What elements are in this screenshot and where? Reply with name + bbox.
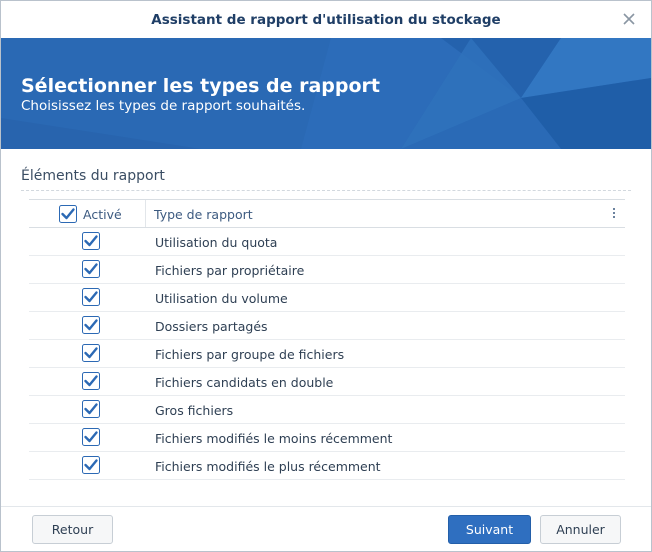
table-row[interactable]: Utilisation du quota (29, 228, 625, 256)
row-checkbox[interactable] (82, 232, 100, 250)
header-banner: Sélectionner les types de rapport Choisi… (1, 38, 651, 149)
section-title: Éléments du rapport (21, 168, 165, 184)
table-row[interactable]: Fichiers modifiés le moins récemment (29, 424, 625, 452)
row-checkbox[interactable] (82, 400, 100, 418)
table-row[interactable]: Fichiers candidats en double (29, 368, 625, 396)
table-row[interactable]: Gros fichiers (29, 396, 625, 424)
dialog-title: Assistant de rapport d'utilisation du st… (151, 12, 501, 28)
grid-header-active-label: Activé (83, 207, 122, 222)
select-all-checkbox[interactable] (59, 205, 77, 223)
close-icon[interactable] (621, 11, 637, 27)
grid-header-active-column[interactable]: Activé (29, 200, 146, 227)
table-row[interactable]: Fichiers par groupe de fichiers (29, 340, 625, 368)
row-label: Fichiers par groupe de fichiers (155, 347, 345, 362)
row-checkbox[interactable] (82, 456, 100, 474)
dialog-titlebar: Assistant de rapport d'utilisation du st… (1, 1, 651, 38)
row-label: Utilisation du volume (155, 291, 288, 306)
table-row[interactable]: Dossiers partagés (29, 312, 625, 340)
banner-title: Sélectionner les types de rapport (21, 75, 381, 97)
row-checkbox[interactable] (82, 344, 100, 362)
table-row[interactable]: Fichiers par propriétaire (29, 256, 625, 284)
row-label: Fichiers modifiés le plus récemment (155, 459, 381, 474)
row-label: Fichiers modifiés le moins récemment (155, 431, 393, 446)
footer-divider (1, 506, 651, 507)
row-label: Gros fichiers (155, 403, 234, 418)
report-types-grid: Activé Type de rapport Utilisation du qu… (29, 199, 625, 480)
row-label: Dossiers partagés (155, 319, 268, 334)
row-checkbox[interactable] (82, 316, 100, 334)
row-label: Utilisation du quota (155, 235, 278, 250)
table-row[interactable]: Utilisation du volume (29, 284, 625, 312)
banner-subtitle: Choisissez les types de rapport souhaité… (21, 98, 306, 114)
row-checkbox[interactable] (82, 288, 100, 306)
back-button[interactable]: Retour (32, 515, 113, 544)
row-label: Fichiers par propriétaire (155, 263, 305, 278)
grid-header-type-label[interactable]: Type de rapport (154, 207, 253, 222)
table-row[interactable]: Fichiers modifiés le plus récemment (29, 452, 625, 480)
row-checkbox[interactable] (82, 372, 100, 390)
grid-header: Activé Type de rapport (29, 199, 625, 228)
section-divider (21, 190, 631, 191)
row-checkbox[interactable] (82, 260, 100, 278)
report-wizard-dialog: Assistant de rapport d'utilisation du st… (0, 0, 652, 552)
next-button[interactable]: Suivant (448, 515, 531, 544)
row-checkbox[interactable] (82, 428, 100, 446)
column-menu-icon[interactable] (609, 206, 619, 220)
row-label: Fichiers candidats en double (155, 375, 334, 390)
cancel-button[interactable]: Annuler (540, 515, 621, 544)
